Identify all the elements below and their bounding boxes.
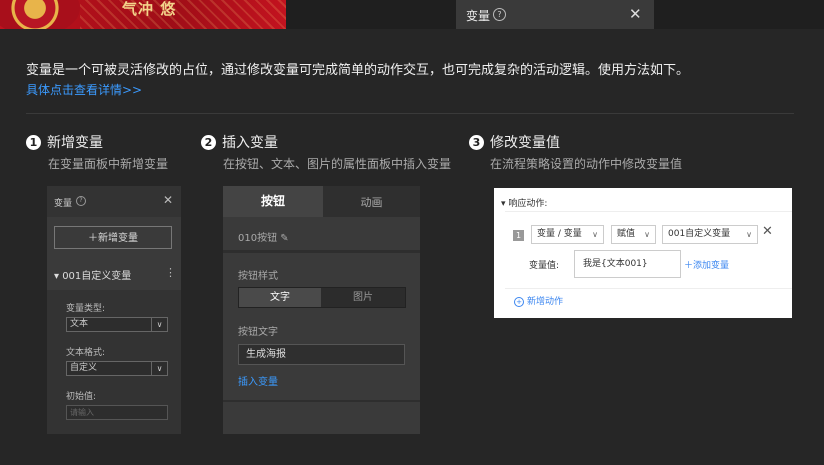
action-panel: ▾ 响应动作: 1 变量 / 变量 ∨ 赋值 ∨ 001自定义变量 ∨ ✕ 变量值: … bbox=[494, 188, 792, 318]
variable-panel-title: 变量 bbox=[54, 199, 73, 209]
add-variable-button[interactable]: ＋新增变量 bbox=[54, 226, 172, 249]
step-2-title: 2 插入变量 bbox=[201, 132, 278, 152]
divider bbox=[26, 113, 794, 114]
value-label: 变量值: bbox=[529, 261, 560, 271]
divider bbox=[223, 250, 420, 253]
details-link[interactable]: 具体点击查看详情>> bbox=[26, 81, 142, 98]
button-text-label: 按钮文字 bbox=[238, 327, 278, 338]
type-label: 变量类型: bbox=[66, 304, 106, 314]
divider bbox=[223, 400, 420, 402]
more-icon[interactable]: ⋮ bbox=[165, 266, 176, 279]
tab-title: 变量 bbox=[466, 9, 491, 23]
variable-dropdown[interactable]: 001自定义变量 ∨ bbox=[662, 225, 758, 244]
insert-variable-link[interactable]: 插入变量 bbox=[238, 373, 278, 388]
step-2-desc: 在按钮、文本、图片的属性面板中插入变量 bbox=[223, 157, 452, 171]
segment-text[interactable]: 文字 bbox=[239, 288, 321, 307]
step-3-title: 3 修改变量值 bbox=[469, 132, 560, 152]
tab-variables[interactable]: 变量 ? ✕ bbox=[456, 0, 654, 29]
variable-item[interactable]: ▾ 001自定义变量 bbox=[54, 267, 131, 282]
format-label: 文本格式: bbox=[66, 348, 106, 358]
chevron-down-icon: ∨ bbox=[151, 318, 167, 331]
chevron-down-icon: ∨ bbox=[592, 230, 598, 239]
tab-button[interactable]: 按钮 bbox=[223, 186, 323, 217]
tab-animation[interactable]: 动画 bbox=[323, 186, 420, 217]
step-1-desc: 在变量面板中新增变量 bbox=[48, 157, 169, 171]
step-2-number: 2 bbox=[201, 135, 216, 150]
style-label: 按钮样式 bbox=[238, 271, 278, 282]
chevron-down-icon: ∨ bbox=[644, 230, 650, 239]
chevron-down-icon: ∨ bbox=[746, 230, 752, 239]
intro-text: 变量是一个可被灵活修改的占位，通过修改变量可完成简单的动作交互，也可完成复杂的活… bbox=[26, 63, 690, 78]
type-select[interactable]: 文本 ∨ bbox=[66, 317, 168, 332]
step-3-desc: 在流程策略设置的动作中修改变量值 bbox=[490, 157, 683, 171]
close-icon[interactable]: ✕ bbox=[629, 5, 642, 23]
remove-action-icon[interactable]: ✕ bbox=[762, 224, 773, 239]
button-text-input[interactable]: 生成海报 bbox=[238, 344, 405, 365]
step-1-number: 1 bbox=[26, 135, 41, 150]
init-value-input[interactable]: 请输入 bbox=[66, 405, 168, 420]
edit-icon[interactable]: ✎ bbox=[280, 233, 288, 244]
element-name: 010按钮 ✎ bbox=[238, 233, 289, 244]
segment-image[interactable]: 图片 bbox=[321, 288, 405, 307]
variable-settings: 变量类型: 文本 ∨ 文本格式: 自定义 ∨ 初始值: 请输入 bbox=[47, 290, 181, 434]
variable-panel-header: 变量 ? ✕ bbox=[47, 186, 181, 217]
help-icon[interactable]: ? bbox=[493, 8, 506, 21]
step-3-number: 3 bbox=[469, 135, 484, 150]
variable-panel: 变量 ? ✕ ＋新增变量 ▾ 001自定义变量 ⋮ 变量类型: 文本 ∨ 文本格式… bbox=[47, 186, 181, 434]
init-label: 初始值: bbox=[66, 392, 97, 402]
response-action-header[interactable]: ▾ 响应动作: bbox=[501, 196, 547, 209]
banner-text: 气冲 悠 bbox=[122, 0, 177, 18]
chevron-down-icon: ∨ bbox=[151, 362, 167, 375]
value-input[interactable]: 我是{文本001} bbox=[574, 250, 681, 278]
format-select[interactable]: 自定义 ∨ bbox=[66, 361, 168, 376]
close-icon[interactable]: ✕ bbox=[163, 193, 173, 207]
style-segmented-control: 文字 图片 bbox=[238, 287, 406, 308]
banner-image: 气冲 悠 bbox=[0, 0, 286, 29]
property-panel: 按钮 动画 010按钮 ✎ 按钮样式 文字 图片 按钮文字 生成海报 插入变量 bbox=[223, 186, 420, 434]
action-type-dropdown[interactable]: 变量 / 变量 ∨ bbox=[531, 225, 604, 244]
add-variable-link[interactable]: ＋添加变量 bbox=[684, 258, 729, 271]
step-1-title: 1 新增变量 bbox=[26, 132, 103, 152]
action-index: 1 bbox=[513, 230, 524, 241]
new-action-button[interactable]: + 新增动作 bbox=[514, 294, 563, 307]
plus-circle-icon: + bbox=[514, 297, 524, 307]
help-icon[interactable]: ? bbox=[76, 196, 86, 206]
operation-dropdown[interactable]: 赋值 ∨ bbox=[611, 225, 656, 244]
action-row: 1 变量 / 变量 ∨ 赋值 ∨ 001自定义变量 ∨ ✕ 变量值: 我是{文本001… bbox=[505, 211, 792, 289]
